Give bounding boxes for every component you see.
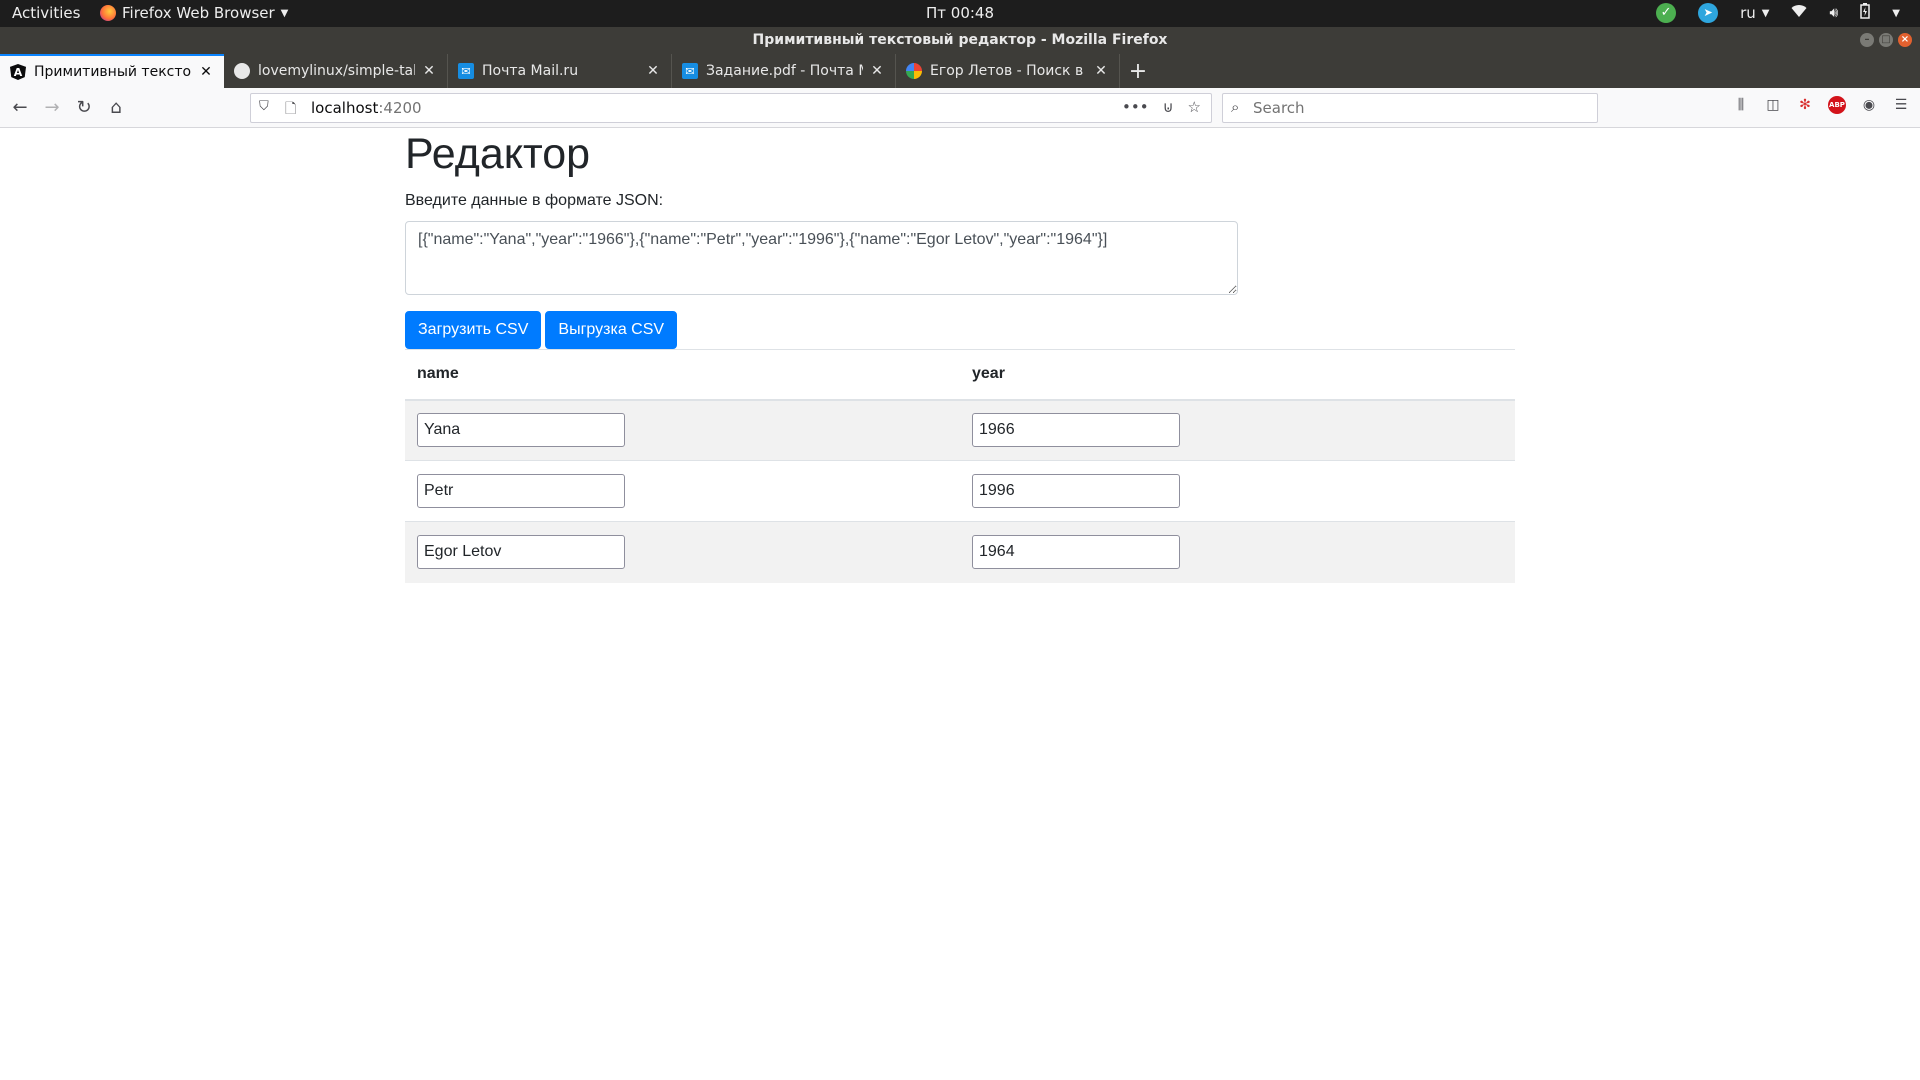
button-row: Загрузить CSV Выгрузка CSV <box>405 311 1515 349</box>
toolbar-right-icons: ⫼ ◫ ✻ ABP ◉ ☰ <box>1732 96 1910 114</box>
name-input[interactable] <box>417 413 625 448</box>
mail-icon: ✉ <box>682 63 698 79</box>
tab-mail[interactable]: ✉ Почта Mail.ru ✕ <box>448 54 672 88</box>
reload-icon[interactable]: ↻ <box>72 96 96 120</box>
table-cell <box>960 399 1515 461</box>
table-cell <box>960 521 1515 583</box>
close-icon[interactable]: ✕ <box>869 63 885 79</box>
page-title: Редактор <box>405 130 591 178</box>
table-cell <box>960 460 1515 522</box>
table-cell <box>405 521 960 583</box>
tab-github[interactable]: lovemylinux/simple-table ✕ <box>224 54 448 88</box>
page-icon[interactable]: 🗋 <box>285 98 296 122</box>
data-table: name year <box>405 349 1515 583</box>
tab-title: Примитивный текстовый редактор <box>34 64 192 80</box>
tab-title: Задание.pdf - Почта Mail.ru <box>706 63 863 79</box>
battery-icon[interactable] <box>1860 3 1871 23</box>
tab-title: Почта Mail.ru <box>482 63 579 79</box>
google-icon <box>906 63 922 79</box>
more-actions-icon[interactable]: ••• <box>1122 98 1149 116</box>
hamburger-menu-icon[interactable]: ☰ <box>1892 96 1910 114</box>
home-icon[interactable]: ⌂ <box>104 96 128 120</box>
telegram-icon[interactable]: ➤ <box>1698 3 1719 23</box>
year-input[interactable] <box>972 535 1180 570</box>
tab-title: lovemylinux/simple-table <box>258 63 415 79</box>
library-icon[interactable]: ⫼ <box>1732 96 1750 114</box>
url-actions: ••• ⊍ ☆ <box>1122 98 1201 116</box>
tab-pdf[interactable]: ✉ Задание.pdf - Почта Mail.ru ✕ <box>672 54 896 88</box>
tab-title: Егор Летов - Поиск в Google <box>930 63 1087 79</box>
account-icon[interactable]: ◉ <box>1860 96 1878 114</box>
json-label: Введите данные в формате JSON: <box>405 192 664 209</box>
close-icon[interactable]: ✕ <box>645 63 661 79</box>
url-text[interactable]: localhost:4200 <box>311 99 422 117</box>
json-input[interactable]: [{"name":"Yana","year":"1966"},{"name":"… <box>405 221 1238 295</box>
table-cell <box>405 460 960 522</box>
window-controls: – □ × <box>1860 33 1912 47</box>
search-placeholder: Search <box>1253 99 1305 117</box>
volume-icon[interactable]: 🔊︎ <box>1829 5 1838 21</box>
adblock-icon[interactable]: ABP <box>1828 96 1846 114</box>
checkmark-icon[interactable]: ✓ <box>1656 3 1677 23</box>
search-icon: ⌕ <box>1231 98 1240 116</box>
page-content: Редактор Введите данные в формате JSON: … <box>405 128 1515 583</box>
tab-editor[interactable]: A Примитивный текстовый редактор ✕ <box>0 54 224 88</box>
minimize-button[interactable]: – <box>1860 33 1874 47</box>
url-host: localhost <box>311 99 379 117</box>
extension-icon[interactable]: ✻ <box>1796 96 1814 114</box>
maximize-button[interactable]: □ <box>1879 33 1893 47</box>
new-tab-button[interactable]: + <box>1120 54 1156 88</box>
url-port: :4200 <box>378 99 422 117</box>
tab-google[interactable]: Егор Летов - Поиск в Google ✕ <box>896 54 1120 88</box>
angular-icon: A <box>10 64 26 80</box>
tab-strip: A Примитивный текстовый редактор ✕ lovem… <box>0 54 1920 88</box>
app-menu[interactable]: Firefox Web Browser ▼ <box>100 4 288 22</box>
table-cell <box>405 399 960 461</box>
name-input[interactable] <box>417 535 625 570</box>
table-header-row: name year <box>405 349 1515 401</box>
export-csv-button[interactable]: Выгрузка CSV <box>545 311 678 349</box>
table-row <box>405 399 1515 461</box>
bookmark-star-icon[interactable]: ☆ <box>1188 98 1201 116</box>
close-icon[interactable]: ✕ <box>198 64 214 80</box>
url-bar[interactable]: ⛉ 🗋 localhost:4200 ••• ⊍ ☆ <box>250 93 1212 123</box>
system-top-bar: Activities Firefox Web Browser ▼ Пт 00:4… <box>0 0 1920 27</box>
close-icon[interactable]: ✕ <box>421 63 437 79</box>
table-row <box>405 521 1515 583</box>
search-bar[interactable]: ⌕ Search <box>1222 93 1598 123</box>
year-input[interactable] <box>972 413 1180 448</box>
activities-button[interactable]: Activities <box>12 4 80 22</box>
chevron-down-icon: ▼ <box>280 7 289 19</box>
chevron-down-icon: ▼ <box>1761 7 1770 19</box>
column-header-name: name <box>405 349 960 401</box>
mail-icon: ✉ <box>458 63 474 79</box>
close-window-button[interactable]: × <box>1898 33 1912 47</box>
firefox-icon <box>100 5 116 21</box>
forward-arrow-icon[interactable]: → <box>40 96 64 120</box>
system-tray: ✓ ➤ ru ▼ 🔊︎ ▼ <box>1656 3 1900 23</box>
back-arrow-icon[interactable]: ← <box>8 96 32 120</box>
app-menu-label: Firefox Web Browser <box>122 4 275 22</box>
column-header-year: year <box>960 349 1515 401</box>
language-indicator[interactable]: ru ▼ <box>1740 4 1769 22</box>
window-titlebar[interactable]: Примитивный текстовый редактор - Mozilla… <box>0 27 1920 54</box>
pocket-icon[interactable]: ⊍ <box>1163 98 1174 116</box>
wifi-icon[interactable] <box>1791 4 1807 22</box>
navigation-toolbar: ← → ↻ ⌂ ⛉ 🗋 localhost:4200 ••• ⊍ ☆ ⌕ Sea… <box>0 88 1920 128</box>
window-title: Примитивный текстовый редактор - Mozilla… <box>752 32 1168 48</box>
name-input[interactable] <box>417 474 625 508</box>
chevron-down-icon[interactable]: ▼ <box>1892 8 1900 19</box>
load-csv-button[interactable]: Загрузить CSV <box>405 311 542 349</box>
close-icon[interactable]: ✕ <box>1093 63 1109 79</box>
year-input[interactable] <box>972 474 1180 508</box>
language-label: ru <box>1740 4 1756 22</box>
sidebar-icon[interactable]: ◫ <box>1764 96 1782 114</box>
github-icon <box>234 63 250 79</box>
table-row <box>405 460 1515 522</box>
shield-icon[interactable]: ⛉ <box>259 99 269 114</box>
